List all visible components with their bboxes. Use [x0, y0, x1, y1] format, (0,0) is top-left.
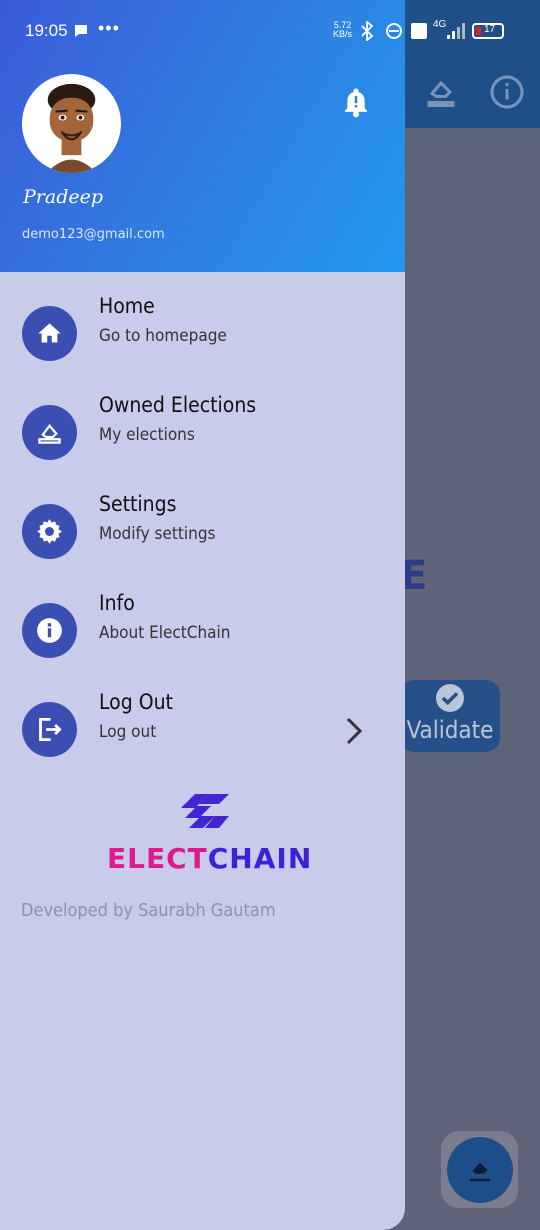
menu-item-title: Owned Elections — [99, 393, 257, 417]
chat-bubble-icon — [75, 25, 87, 37]
status-time: 19:05 — [25, 21, 68, 40]
volte-icon — [411, 23, 427, 39]
signal-icon — [447, 23, 465, 39]
menu-item-settings[interactable]: Settings Modify settings — [0, 492, 405, 584]
menu-item-home[interactable]: Home Go to homepage — [0, 294, 405, 386]
menu-item-title: Log Out — [99, 690, 173, 714]
logo-wordmark: ELECTCHAIN — [107, 842, 311, 875]
network-rate-unit: KB/s — [333, 29, 353, 39]
logo-text-elect: ELECT — [107, 842, 208, 875]
menu-item-subtitle: Log out — [99, 722, 157, 742]
battery-percent: 17 — [484, 24, 496, 35]
validate-button[interactable]: Validate — [400, 680, 500, 752]
hotspot-link-icon — [386, 23, 402, 39]
check-icon — [436, 684, 464, 712]
user-email: demo123@gmail.com — [22, 227, 165, 242]
ballot-icon — [470, 1162, 490, 1182]
logo-mark-icon — [181, 794, 229, 828]
menu-icon-circle — [22, 504, 77, 559]
navigation-drawer: Pradeep demo123@gmail.com Home Go to hom… — [0, 0, 405, 1230]
menu-item-title: Info — [99, 591, 135, 615]
menu-item-title: Settings — [99, 492, 177, 516]
user-name: Pradeep — [23, 186, 104, 208]
ballot-fab-button[interactable] — [447, 1137, 513, 1203]
info-icon — [37, 618, 62, 643]
battery-level — [476, 27, 481, 35]
validate-label: Validate — [406, 716, 494, 744]
home-icon — [38, 323, 61, 343]
status-bar: 19:05 ••• 5.72 KB/s 4G 17 — [0, 0, 540, 64]
menu-item-subtitle: About ElectChain — [99, 623, 231, 643]
info-icon[interactable] — [489, 74, 525, 110]
user-avatar-image — [47, 83, 96, 173]
menu-item-subtitle: Go to homepage — [99, 326, 227, 346]
logo-text-chain: CHAIN — [207, 842, 313, 875]
menu-item-subtitle: My elections — [99, 425, 195, 445]
menu-icon-circle — [22, 702, 77, 757]
menu-item-subtitle: Modify settings — [99, 524, 216, 544]
menu-item-owned-elections[interactable]: Owned Elections My elections — [0, 393, 405, 485]
menu-icon-circle — [22, 405, 77, 460]
gear-icon — [37, 519, 62, 544]
electchain-logo: ELECTCHAIN — [107, 790, 311, 880]
network-rate: 5.72 KB/s — [333, 21, 352, 39]
bluetooth-icon — [361, 21, 374, 41]
logout-icon — [39, 717, 62, 742]
battery-icon: 17 — [472, 23, 504, 39]
menu-icon-circle — [22, 603, 77, 658]
developer-credit: Developed by Saurabh Gautam — [21, 900, 276, 921]
avatar[interactable] — [22, 74, 121, 173]
ballot-icon — [38, 423, 61, 444]
bell-icon[interactable] — [341, 86, 371, 118]
chevron-right-icon[interactable] — [344, 716, 364, 746]
menu-item-logout[interactable]: Log Out Log out — [0, 690, 405, 782]
menu-icon-circle — [22, 306, 77, 361]
more-notifications-icon: ••• — [98, 18, 120, 38]
ballot-icon[interactable] — [423, 74, 459, 110]
menu-item-title: Home — [99, 294, 155, 318]
menu-item-info[interactable]: Info About ElectChain — [0, 591, 405, 683]
